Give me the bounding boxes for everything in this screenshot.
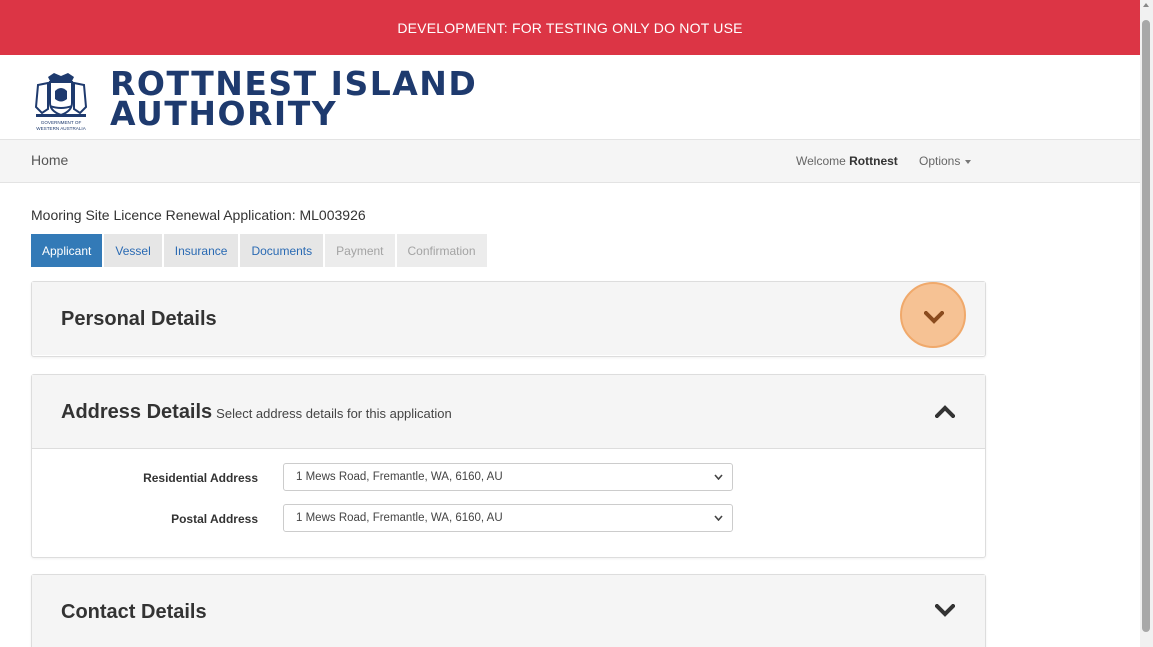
address-details-panel: Address Details Select address details fo…: [31, 374, 986, 558]
welcome-username: Rottnest: [849, 154, 898, 168]
tab-vessel[interactable]: Vessel: [104, 234, 164, 267]
postal-address-value: 1 Mews Road, Fremantle, WA, 6160, AU: [296, 512, 503, 524]
page: DEVELOPMENT: FOR TESTING ONLY DO NOT USE…: [0, 0, 1140, 647]
residential-address-select[interactable]: 1 Mews Road, Fremantle, WA, 6160, AU: [283, 463, 733, 491]
tab-confirmation: Confirmation: [396, 234, 489, 267]
brand-line-2: AUTHORITY: [110, 94, 338, 133]
dev-banner: DEVELOPMENT: FOR TESTING ONLY DO NOT USE: [0, 0, 1140, 55]
address-details-heading: Address Details: [61, 401, 213, 423]
tab-documents[interactable]: Documents: [240, 234, 326, 267]
chevron-down-icon: [924, 311, 944, 324]
caret-down-icon: [965, 159, 972, 164]
options-label: Options: [919, 154, 961, 168]
scroll-up-arrow-icon[interactable]: [1143, 3, 1149, 7]
chevron-up-icon[interactable]: [935, 404, 955, 418]
svg-text:GOVERNMENT OF: GOVERNMENT OF: [41, 120, 82, 125]
brand-logo-text[interactable]: ROTTNEST ISLAND AUTHORITY: [110, 67, 477, 133]
welcome-text: Welcome Rottnest: [796, 154, 898, 168]
vertical-scrollbar[interactable]: [1140, 0, 1153, 647]
personal-details-title: Personal Details: [61, 308, 217, 330]
chevron-down-icon[interactable]: [935, 604, 955, 618]
application-tabs: Applicant Vessel Insurance Documents Pay…: [31, 234, 489, 267]
contact-details-header[interactable]: Contact Details: [32, 575, 985, 647]
top-navbar: Home Welcome Rottnest Options: [0, 139, 1140, 183]
residential-address-label: Residential Address: [143, 471, 258, 485]
chevron-down-icon: [714, 474, 723, 480]
personal-details-header[interactable]: Personal Details: [32, 282, 985, 355]
residential-address-row: Residential Address 1 Mews Road, Fremant…: [32, 463, 985, 493]
postal-address-label: Postal Address: [171, 512, 258, 526]
postal-address-row: Postal Address 1 Mews Road, Fremantle, W…: [32, 504, 985, 534]
dev-banner-text: DEVELOPMENT: FOR TESTING ONLY DO NOT USE: [397, 19, 743, 36]
page-title: Mooring Site Licence Renewal Application…: [31, 207, 366, 223]
options-dropdown[interactable]: Options: [919, 154, 972, 168]
wa-government-crest-logo[interactable]: GOVERNMENT OF WESTERN AUSTRALIA: [28, 69, 94, 133]
address-details-title: Address Details Select address details fo…: [61, 401, 452, 424]
contact-details-title: Contact Details: [61, 601, 207, 623]
nav-home-link[interactable]: Home: [31, 152, 68, 168]
svg-text:WESTERN AUSTRALIA: WESTERN AUSTRALIA: [36, 126, 86, 131]
welcome-prefix: Welcome: [796, 154, 846, 168]
personal-details-panel: Personal Details: [31, 281, 986, 357]
address-details-subtitle: Select address details for this applicat…: [216, 406, 452, 421]
tab-insurance[interactable]: Insurance: [163, 234, 241, 267]
site-header: GOVERNMENT OF WESTERN AUSTRALIA ROTTNEST…: [0, 55, 1140, 139]
personal-details-toggle[interactable]: [900, 282, 966, 348]
residential-address-value: 1 Mews Road, Fremantle, WA, 6160, AU: [296, 471, 503, 483]
tab-payment: Payment: [325, 234, 397, 267]
chevron-down-icon: [714, 515, 723, 521]
address-details-header[interactable]: Address Details Select address details fo…: [32, 375, 985, 449]
tab-applicant[interactable]: Applicant: [31, 234, 105, 267]
postal-address-select[interactable]: 1 Mews Road, Fremantle, WA, 6160, AU: [283, 504, 733, 532]
contact-details-panel: Contact Details: [31, 574, 986, 647]
scroll-thumb[interactable]: [1142, 20, 1150, 632]
